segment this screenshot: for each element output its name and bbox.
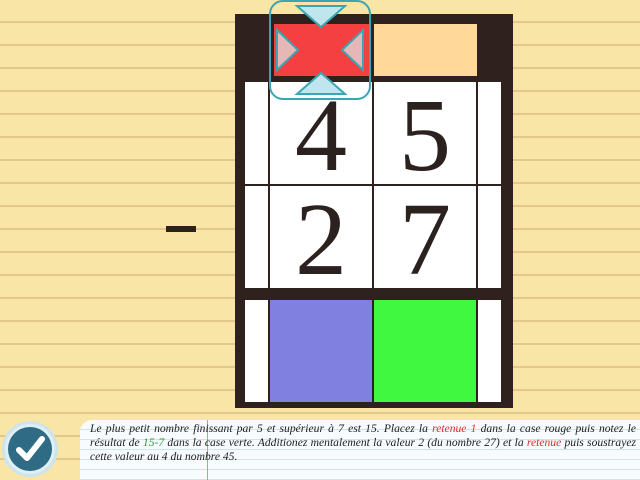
top-tens-digit: 4 <box>295 78 347 193</box>
left-margin-cell <box>245 186 268 288</box>
right-margin-cell <box>478 82 501 184</box>
right-margin-cell <box>478 186 501 288</box>
left-margin-cell <box>245 300 268 402</box>
validate-button-face <box>8 427 52 471</box>
left-margin-cell <box>245 82 268 184</box>
bottom-units-digit: 7 <box>399 182 451 297</box>
selector-arrows <box>276 5 364 95</box>
check-icon <box>16 436 45 461</box>
retenue-highlight: retenue <box>526 436 562 449</box>
calc-highlight: 15-7 <box>142 436 165 449</box>
top-units-digit: 5 <box>399 78 451 193</box>
instruction-panel: Le plus petit nombre finissant par 5 et … <box>80 420 640 480</box>
result-slot-units[interactable] <box>374 300 476 402</box>
validate-button[interactable] <box>2 421 58 477</box>
down-arrow-icon[interactable] <box>294 71 348 95</box>
up-arrow-icon[interactable] <box>294 5 348 29</box>
retenue-highlight: retenue 1 <box>432 422 477 435</box>
bottom-tens-digit: 2 <box>295 182 347 297</box>
right-margin-cell <box>478 300 501 402</box>
left-arrow-icon[interactable] <box>276 27 300 73</box>
carry-slot-units[interactable] <box>374 24 477 76</box>
result-slot-tens[interactable] <box>270 300 372 402</box>
minus-sign: - <box>166 226 196 232</box>
right-arrow-icon[interactable] <box>340 27 364 73</box>
instruction-text: Le plus petit nombre finissant par 5 et … <box>90 422 637 463</box>
